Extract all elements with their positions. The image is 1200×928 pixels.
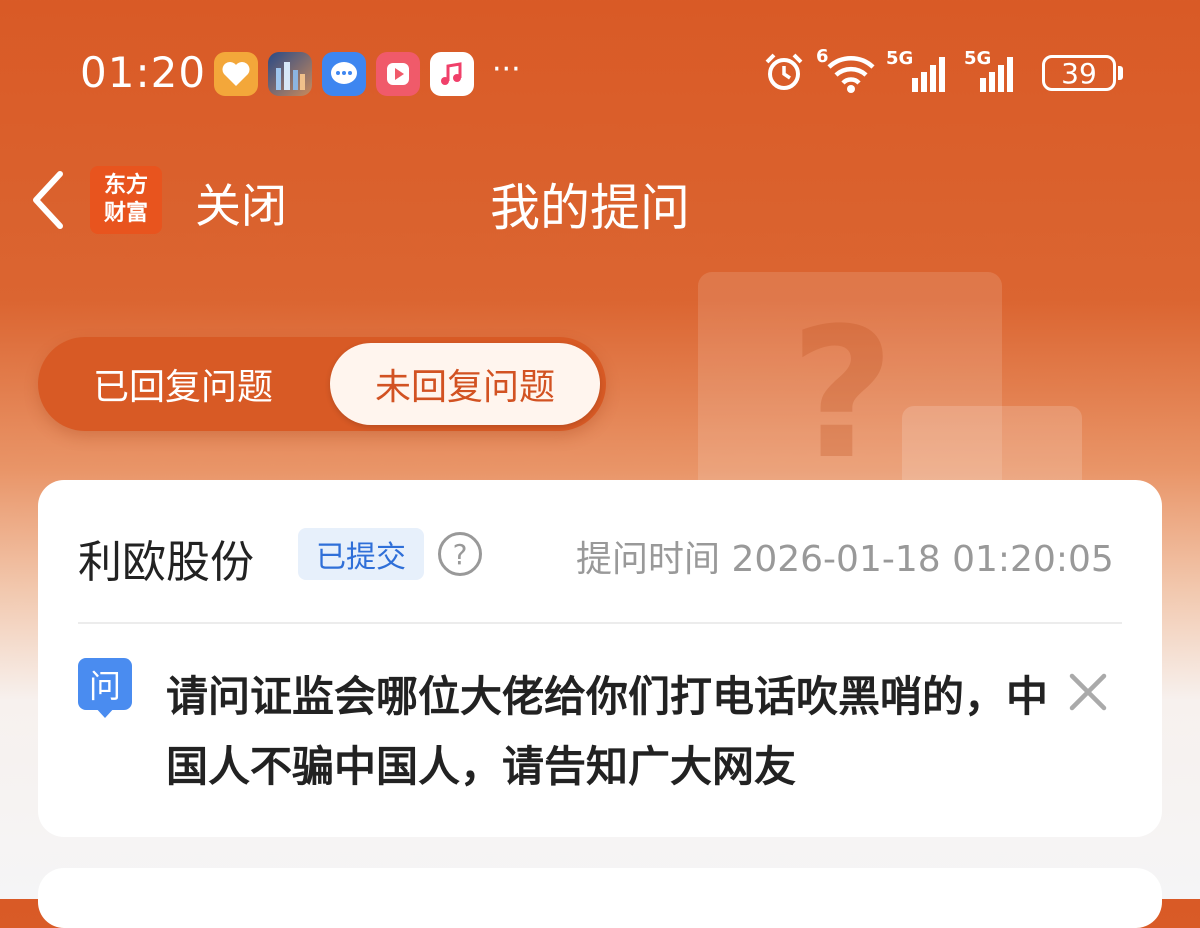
music-icon [430, 52, 474, 96]
logo-line-2: 财富 [103, 201, 148, 226]
back-button[interactable] [28, 168, 68, 236]
status-time: 01:20 [80, 48, 207, 97]
page-title: 我的提问 [490, 179, 690, 237]
tab-answered[interactable]: 已回复问题 [38, 337, 328, 431]
message-icon [322, 52, 366, 96]
battery-indicator: 39 [1042, 55, 1116, 91]
video-icon [376, 52, 420, 96]
help-icon[interactable]: ? [438, 532, 482, 576]
photo-icon [268, 52, 312, 96]
divider [78, 622, 1122, 624]
alarm-icon [762, 50, 806, 98]
battery-tip [1118, 66, 1123, 80]
question-icon-tail [94, 706, 116, 718]
signal-1-icon [886, 52, 952, 98]
signal-2-icon [964, 52, 1030, 98]
question-mark-illustration-icon: ? [790, 290, 895, 499]
company-name: 利欧股份 [78, 537, 254, 588]
question-card: 利欧股份 已提交 ? 提问时间 2026-01-18 01:20:05 问 请问… [38, 480, 1162, 837]
more-notifications: ··· [492, 52, 521, 87]
question-icon: 问 [78, 658, 132, 710]
logo-line-1: 东方 [103, 173, 148, 198]
next-question-card [38, 868, 1162, 928]
tab-bar: 已回复问题 未回复问题 [38, 337, 606, 431]
close-button[interactable]: 关闭 [195, 170, 287, 236]
status-badge: 已提交 [298, 528, 424, 580]
question-text: 请问证监会哪位大佬给你们打电话吹黑哨的，中国人不骗中国人，请告知广大网友 [166, 672, 1049, 791]
question-time: 提问时间 2026-01-18 01:20:05 [576, 539, 1114, 580]
tab-unanswered[interactable]: 未回复问题 [330, 343, 600, 425]
close-icon[interactable] [1066, 670, 1110, 714]
wifi-icon [826, 54, 876, 98]
app-logo: 东方 财富 [90, 166, 162, 234]
health-icon [214, 52, 258, 96]
